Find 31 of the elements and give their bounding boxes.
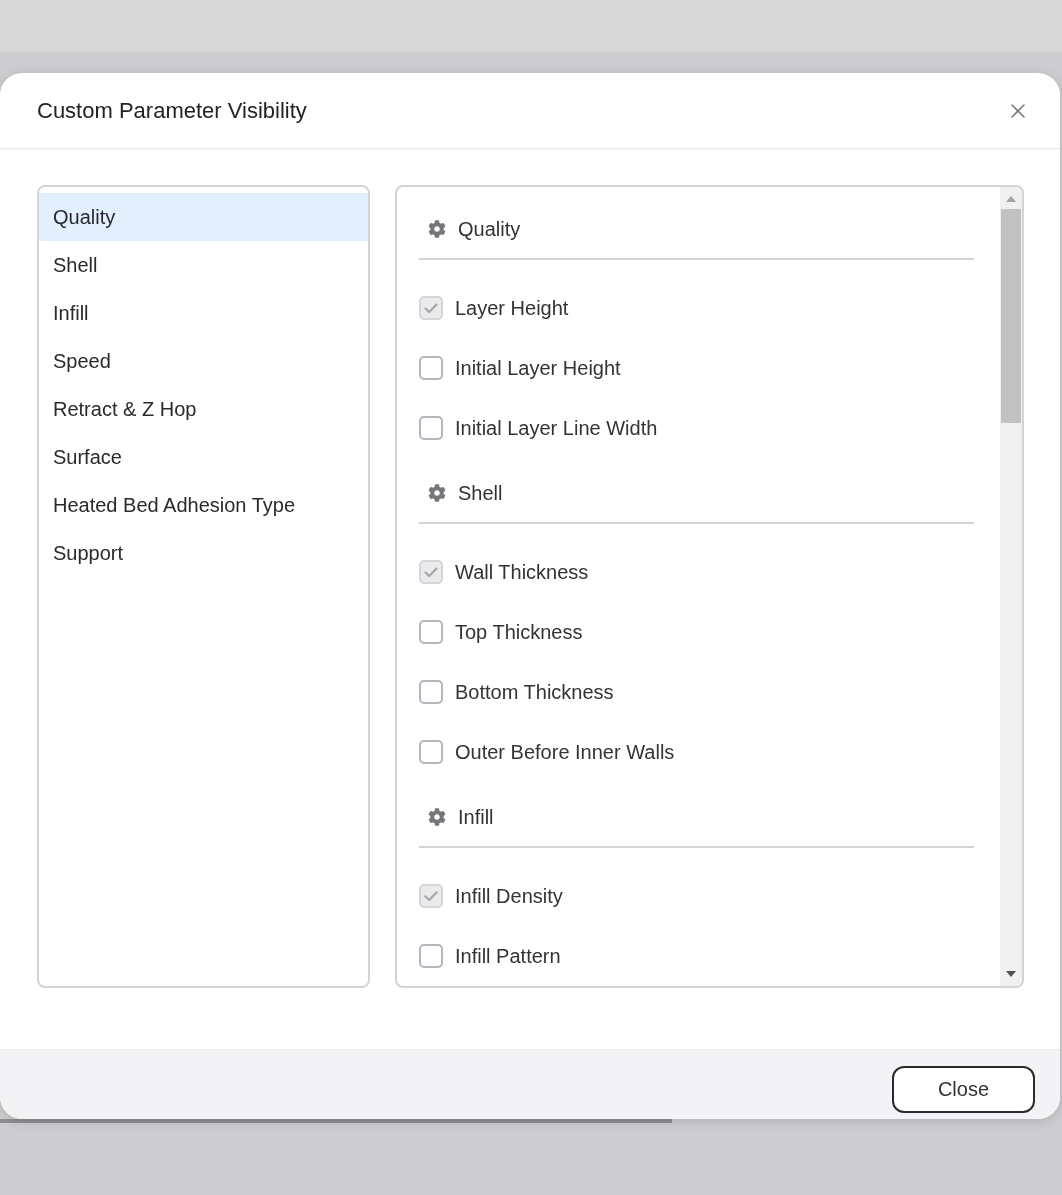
parameter-label: Top Thickness	[455, 620, 583, 645]
check-icon	[424, 302, 438, 314]
check-icon	[424, 566, 438, 578]
checkbox[interactable]	[419, 620, 443, 644]
check-icon	[424, 890, 438, 902]
gear-icon	[428, 807, 446, 826]
checkbox[interactable]	[419, 416, 443, 440]
gear-icon	[428, 483, 446, 502]
parameter-label: Wall Thickness	[455, 560, 589, 585]
section-title: Shell	[458, 480, 503, 506]
section-title: Quality	[458, 216, 521, 242]
parameter-label: Initial Layer Line Width	[455, 416, 658, 441]
category-item[interactable]: Quality	[39, 193, 368, 241]
scrollbar-track[interactable]	[1000, 187, 1022, 986]
section-title: Infill	[458, 804, 494, 830]
parameter-label: Bottom Thickness	[455, 680, 614, 705]
checkbox[interactable]	[419, 680, 443, 704]
parameter-label: Infill Density	[455, 884, 563, 909]
scrollbar-thumb[interactable]	[1001, 209, 1021, 423]
parameter-label: Infill Pattern	[455, 944, 561, 969]
scroll-up-icon[interactable]	[1006, 196, 1016, 202]
parameter-label: Initial Layer Height	[455, 356, 621, 381]
parameter-label: Layer Height	[455, 296, 569, 321]
close-button[interactable]: Close	[892, 1065, 1035, 1113]
dialog-title: Custom Parameter Visibility	[37, 97, 307, 125]
gear-icon	[428, 219, 446, 238]
parameter-label: Outer Before Inner Walls	[455, 740, 675, 765]
scroll-down-icon[interactable]	[1006, 971, 1016, 977]
checkbox[interactable]	[419, 944, 443, 968]
checkbox[interactable]	[419, 740, 443, 764]
checkbox[interactable]	[419, 356, 443, 380]
